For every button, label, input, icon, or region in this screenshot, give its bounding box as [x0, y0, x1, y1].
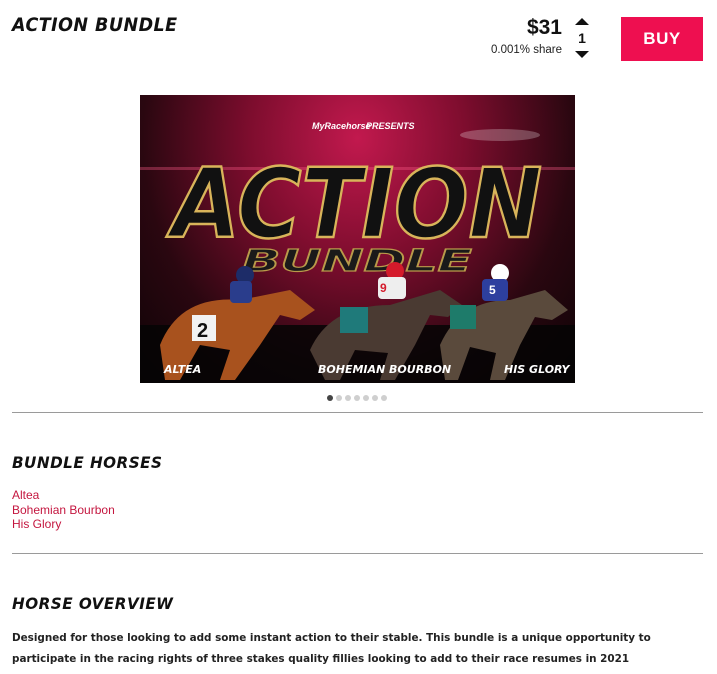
quantity-value: 1 [578, 30, 586, 46]
carousel-dot[interactable] [345, 395, 351, 401]
caption-altea: ALTEA [163, 363, 201, 376]
saddle-number-1: 2 [197, 320, 208, 342]
buy-button[interactable]: BUY [621, 17, 703, 61]
carousel-dots [327, 395, 387, 401]
saddle-number-3: 5 [489, 283, 496, 297]
divider [12, 553, 703, 554]
page-title: ACTION BUNDLE [12, 14, 178, 36]
hero-image[interactable]: MyRacehorse PRESENTS ACTION BUNDLE 2 9 5… [140, 95, 575, 383]
arrow-down-icon[interactable] [575, 51, 589, 58]
price-block: $31 0.001% share [470, 16, 562, 56]
price: $31 [526, 16, 562, 39]
horse-overview-heading: HORSE OVERVIEW [12, 594, 174, 613]
horse-link-altea[interactable]: Altea [12, 488, 115, 503]
hero-artwork: MyRacehorse PRESENTS ACTION BUNDLE 2 9 5… [140, 121, 575, 383]
carousel-dot[interactable] [372, 395, 378, 401]
horse-link-bohemian-bourbon[interactable]: Bohemian Bourbon [12, 503, 115, 518]
saddle-number-2: 9 [380, 281, 387, 295]
quantity-stepper[interactable]: 1 [572, 18, 592, 60]
carousel-dot[interactable] [336, 395, 342, 401]
caption-his-glory: HIS GLORY [504, 363, 571, 376]
horse-overview-text: Designed for those looking to add some i… [12, 632, 651, 665]
carousel-dot[interactable] [381, 395, 387, 401]
carousel-dot[interactable] [327, 395, 333, 401]
bundle-horses-heading: BUNDLE HORSES [12, 453, 163, 472]
brand-logo: MyRacehorse [312, 121, 371, 131]
divider [12, 412, 703, 413]
carousel-dot[interactable] [354, 395, 360, 401]
arrow-up-icon[interactable] [575, 18, 589, 25]
share-percentage: 0.001% share [491, 44, 562, 56]
carousel-dot[interactable] [363, 395, 369, 401]
hero-subline: BUNDLE [242, 244, 473, 279]
caption-bohemian-bourbon: BOHEMIAN BOURBON [318, 363, 451, 376]
presents-label: PRESENTS [366, 121, 415, 131]
bundle-horse-list: Altea Bohemian Bourbon His Glory [12, 488, 115, 532]
horse-link-his-glory[interactable]: His Glory [12, 517, 115, 532]
